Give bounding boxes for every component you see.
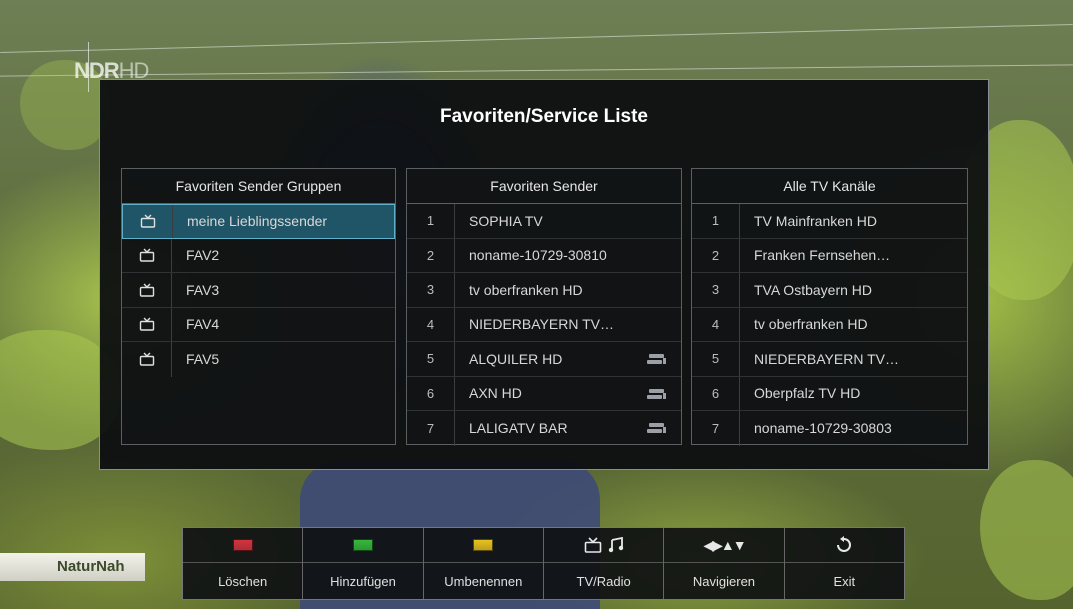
channel-number: 7 — [692, 411, 740, 446]
satellite-icon — [647, 388, 667, 401]
channel-number: 6 — [692, 376, 740, 410]
channel-name: noname-10729-30803 — [754, 420, 892, 437]
group-row[interactable]: FAV2 — [122, 238, 395, 273]
channel-name: SOPHIA TV — [469, 212, 543, 229]
group-label: FAV5 — [186, 351, 220, 368]
channel-name: NIEDERBAYERN TV… — [754, 350, 899, 367]
bottom-key-bar: Löschen Hinzufügen Umbenennen TV/Radio ◀▶▲▼ N… — [182, 527, 905, 600]
tv-icon — [122, 238, 172, 272]
groups-header: Favoriten Sender Gruppen — [122, 169, 395, 204]
channel-name: AXN HD — [469, 385, 522, 402]
yellow-key-icon — [473, 539, 494, 551]
group-label: FAV4 — [186, 316, 220, 333]
all-channel-row[interactable]: 7 noname-10729-30803 — [692, 411, 967, 446]
all-channel-row[interactable]: 3 TVA Ostbayern HD — [692, 273, 967, 308]
back-icon — [837, 536, 852, 552]
channel-number: 5 — [692, 342, 740, 376]
button-label: Exit — [833, 574, 856, 589]
tv-icon — [122, 342, 172, 377]
channel-name: TV Mainfranken HD — [754, 212, 877, 229]
program-badge: NaturNah — [0, 553, 145, 581]
channel-name: tv oberfranken HD — [469, 281, 583, 298]
tv-icon — [122, 307, 172, 341]
group-row[interactable]: FAV4 — [122, 307, 395, 342]
channel-number: 4 — [407, 307, 455, 341]
favorite-channel-row[interactable]: 3 tv oberfranken HD — [407, 273, 681, 308]
exit-button[interactable]: Exit — [784, 528, 904, 599]
favorites-dialog: Favoriten/Service Liste Favoriten Sender… — [99, 79, 989, 470]
all-channel-row[interactable]: 6 Oberpfalz TV HD — [692, 376, 967, 411]
all-channel-row[interactable]: 5 NIEDERBAYERN TV… — [692, 342, 967, 377]
l-schen-button[interactable]: Löschen — [183, 528, 304, 599]
channel-number: 2 — [692, 238, 740, 272]
button-label: Navigieren — [692, 574, 756, 589]
group-label: meine Lieblingssender — [187, 213, 328, 230]
channel-name: ALQUILER HD — [469, 350, 563, 367]
button-label: Hinzufügen — [330, 574, 396, 589]
groups-panel: Favoriten Sender Gruppen meine Lieblings… — [121, 168, 396, 445]
channel-name: NIEDERBAYERN TV… — [469, 316, 614, 333]
group-label: FAV3 — [186, 281, 220, 298]
favorites-panel: Favoriten Sender 1 SOPHIA TV 2 noname-10729… — [406, 168, 682, 446]
all-channels-header: Alle TV Kanäle — [692, 169, 967, 204]
channel-number: 4 — [692, 307, 740, 341]
channel-name: TVA Ostbayern HD — [754, 281, 873, 298]
tv-icon — [122, 273, 172, 307]
favorite-channel-row[interactable]: 2 noname-10729-30810 — [407, 238, 681, 273]
favorites-header: Favoriten Sender — [407, 169, 681, 204]
favorite-channel-row[interactable]: 7 LALIGATV BAR — [407, 411, 681, 446]
channel-name: Oberpfalz TV HD — [754, 385, 861, 402]
button-label: Umbenennen — [444, 574, 523, 589]
dialog-title: Favoriten/Service Liste — [439, 106, 649, 127]
channel-number: 1 — [692, 204, 740, 238]
group-row[interactable]: FAV5 — [122, 342, 395, 377]
favorite-channel-row[interactable]: 4 NIEDERBAYERN TV… — [407, 307, 681, 342]
channel-name: Franken Fernsehen… — [754, 247, 891, 264]
all-channel-row[interactable]: 4 tv oberfranken HD — [692, 307, 967, 342]
tv-radio-button[interactable]: TV/Radio — [543, 528, 665, 599]
group-row[interactable]: FAV3 — [122, 273, 395, 308]
navigieren-button[interactable]: ◀▶▲▼ Navigieren — [664, 528, 785, 599]
umbenennen-button[interactable]: Umbenennen — [423, 528, 544, 599]
arrows-icon: ◀▶▲▼ — [703, 536, 746, 553]
favorite-channel-row[interactable]: 1 SOPHIA TV — [407, 204, 681, 239]
channel-name: noname-10729-30810 — [469, 247, 607, 264]
channel-number: 5 — [407, 342, 455, 376]
all-channel-row[interactable]: 2 Franken Fernsehen… — [692, 238, 967, 273]
favorite-channel-row[interactable]: 5 ALQUILER HD — [407, 342, 681, 377]
channel-number: 1 — [407, 204, 455, 238]
button-label: TV/Radio — [576, 574, 631, 589]
channel-number: 7 — [407, 411, 455, 446]
tv-radio-icon — [584, 537, 624, 553]
channel-number: 6 — [407, 376, 455, 410]
favorite-channel-row[interactable]: 6 AXN HD — [407, 376, 681, 411]
channel-number: 2 — [407, 238, 455, 272]
channel-number: 3 — [692, 273, 740, 307]
group-row[interactable]: meine Lieblingssender — [122, 204, 395, 239]
button-label: Löschen — [218, 574, 268, 589]
green-key-icon — [352, 539, 373, 551]
all-channel-row[interactable]: 1 TV Mainfranken HD — [692, 204, 967, 239]
all-channels-panel: Alle TV Kanäle 1 TV Mainfranken HD 2 Franke… — [691, 168, 968, 446]
satellite-icon — [647, 422, 667, 435]
hinzuf-gen-button[interactable]: Hinzufügen — [303, 528, 424, 599]
channel-name: LALIGATV BAR — [469, 420, 568, 437]
satellite-icon — [647, 353, 667, 366]
group-label: FAV2 — [186, 247, 220, 264]
channel-name: tv oberfranken HD — [754, 316, 868, 333]
channel-number: 3 — [407, 273, 455, 307]
tv-icon — [123, 205, 173, 238]
red-key-icon — [232, 539, 253, 551]
